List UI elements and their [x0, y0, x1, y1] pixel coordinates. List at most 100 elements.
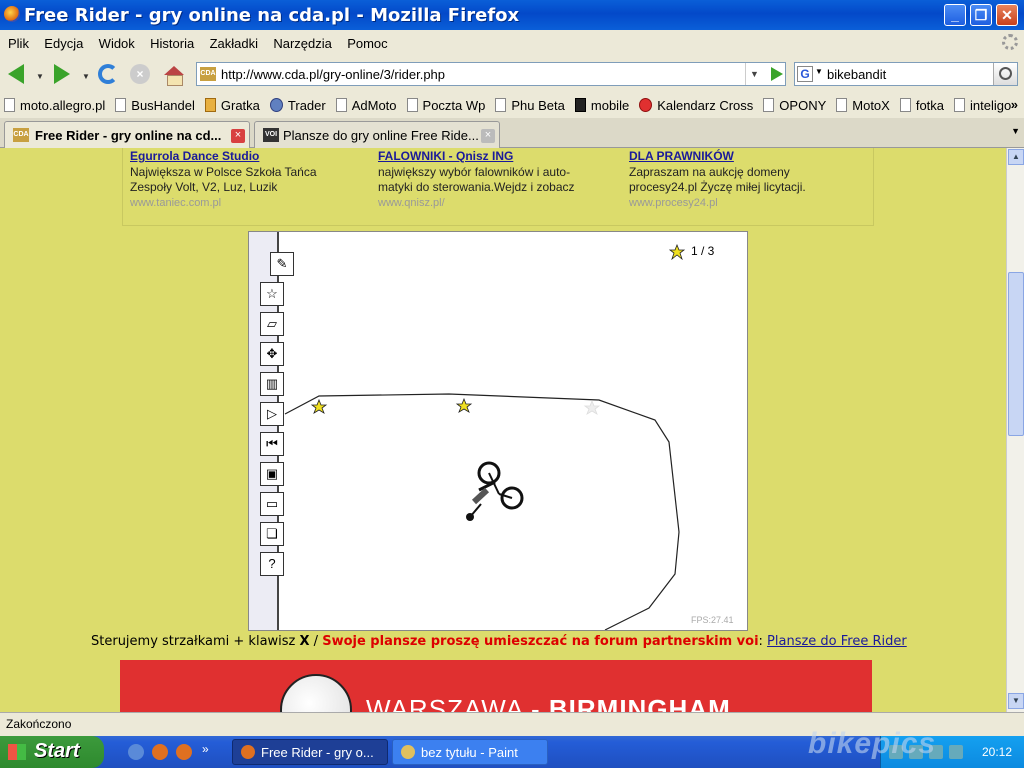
back-history-dropdown[interactable]: ▼	[36, 72, 44, 81]
instructions-key: X	[299, 634, 310, 649]
quicklaunch-more-icon[interactable]: »	[202, 742, 209, 756]
instructions-highlight: Swoje plansze proszę umieszczać na forum…	[322, 634, 759, 649]
ad-description: największy wybór falowników i auto-	[378, 165, 571, 179]
firefox-quicklaunch-icon[interactable]	[152, 744, 168, 760]
scroll-thumb[interactable]	[1008, 272, 1024, 436]
pencil-tool-button[interactable]: ✎	[270, 252, 294, 276]
bookmark-item[interactable]: Kalendarz Cross	[635, 92, 759, 113]
bookmark-label: Trader	[287, 98, 326, 113]
scroll-up-button[interactable]: ▲	[1008, 149, 1024, 165]
forward-button[interactable]	[50, 62, 74, 86]
page-content: Egurrola Dance Studio Największa w Polsc…	[0, 148, 1006, 712]
star-collected-2	[455, 397, 473, 413]
play-tool-button[interactable]: ▷	[260, 402, 284, 426]
bookmark-label: moto.allegro.pl	[20, 98, 106, 113]
close-button[interactable]: ✕	[996, 4, 1018, 26]
menu-edycja[interactable]: Edycja	[36, 30, 87, 51]
tab-favicon-icon: CDA	[13, 128, 29, 142]
bookmark-item[interactable]: BusHandel	[111, 92, 201, 113]
bookmark-label: inteligo	[970, 98, 1012, 113]
search-input[interactable]: bikebandit	[827, 67, 886, 82]
bookmark-item[interactable]: AdMoto	[332, 92, 403, 113]
search-engine-icon[interactable]: G	[797, 66, 813, 82]
site-favicon-icon: CDA	[200, 67, 216, 81]
search-box[interactable]: G ▼ bikebandit	[794, 62, 1018, 86]
reload-icon	[98, 64, 118, 84]
menu-historia[interactable]: Historia	[142, 30, 198, 51]
bookmark-item[interactable]: Poczta Wp	[403, 92, 492, 113]
bookmark-label: mobile	[590, 98, 630, 113]
task-firefox[interactable]: Free Rider - gry o...	[232, 739, 388, 765]
tab-plansze[interactable]: VOI Plansze do gry online Free Ride... ×	[254, 121, 500, 148]
move-tool-button[interactable]: ✥	[260, 342, 284, 366]
menu-pomoc[interactable]: Pomoc	[339, 30, 391, 51]
open-tool-button[interactable]: ▭	[260, 492, 284, 516]
save-tool-button[interactable]: ▣	[260, 462, 284, 486]
ad-url[interactable]: www.procesy24.pl	[629, 197, 869, 209]
ad-title-link[interactable]: FALOWNIKI - Qnisz ING	[378, 149, 618, 163]
window-title: Free Rider - gry online na cda.pl - Mozi…	[24, 5, 520, 26]
stop-icon: ×	[130, 64, 150, 84]
firefox-quicklaunch-icon[interactable]	[176, 744, 192, 760]
bookmark-item[interactable]: inteligo	[950, 92, 1017, 113]
url-bar[interactable]: CDA http://www.cda.pl/gry-online/3/rider…	[196, 62, 786, 86]
search-button[interactable]	[993, 63, 1017, 85]
tab-list-dropdown[interactable]: ▼	[1011, 126, 1020, 136]
menu-plik[interactable]: Plik	[0, 30, 33, 51]
ad-url[interactable]: www.taniec.com.pl	[130, 197, 370, 209]
url-text[interactable]: http://www.cda.pl/gry-online/3/rider.php	[221, 67, 445, 82]
bookmark-item[interactable]: OPONY	[759, 92, 832, 113]
stop-button[interactable]: ×	[128, 62, 152, 86]
bookmark-item[interactable]: fotka	[896, 92, 950, 113]
ad-description: Zespoły Volt, V2, Luz, Luzik	[130, 180, 278, 194]
help-tool-button[interactable]: ?	[260, 552, 284, 576]
firefox-icon[interactable]	[4, 6, 20, 22]
tab-free-rider[interactable]: CDA Free Rider - gry online na cd... ×	[4, 121, 250, 149]
eraser-tool-button[interactable]: ▱	[260, 312, 284, 336]
task-paint[interactable]: bez tytułu - Paint	[392, 739, 548, 765]
bookmark-item[interactable]: Trader	[266, 92, 332, 113]
tab-close-icon[interactable]: ×	[231, 129, 245, 143]
restart-tool-button[interactable]: ⏮	[260, 432, 284, 456]
ads-block: Egurrola Dance Studio Największa w Polsc…	[122, 148, 874, 226]
bookmarks-chevron-icon[interactable]: »	[1011, 97, 1018, 112]
star-counter-icon	[669, 244, 685, 260]
go-button[interactable]	[771, 67, 783, 81]
tray-icon[interactable]	[949, 745, 963, 759]
bookmark-item[interactable]: Gratka	[201, 92, 266, 113]
reload-button[interactable]	[96, 62, 120, 86]
bookmark-item[interactable]: MotoX	[832, 92, 896, 113]
maximize-button[interactable]: ❐	[970, 4, 992, 26]
layers-tool-button[interactable]: ❏	[260, 522, 284, 546]
ad-title-link[interactable]: DLA PRAWNIKÓW	[629, 149, 869, 163]
star-collected-1	[310, 398, 328, 414]
plansze-link[interactable]: Plansze do Free Rider	[767, 634, 907, 649]
show-desktop-icon[interactable]	[128, 744, 144, 760]
home-button[interactable]	[162, 62, 186, 86]
forward-history-dropdown[interactable]: ▼	[82, 72, 90, 81]
url-history-dropdown[interactable]: ▼	[745, 63, 763, 85]
start-button[interactable]: Start	[0, 736, 104, 768]
minimize-button[interactable]: _	[944, 4, 966, 26]
game-canvas[interactable]: ✎ ☆ ▱ ✥ ▥ ▷ ⏮ ▣ ▭ ❏? 1 / 3 FPS:27.41	[248, 231, 748, 631]
vertical-scrollbar[interactable]: ▲ ▼	[1006, 148, 1024, 712]
star-tool-button[interactable]: ☆	[260, 282, 284, 306]
ad-title-link[interactable]: Egurrola Dance Studio	[130, 149, 370, 163]
menu-zakladki[interactable]: Zakładki	[202, 30, 262, 51]
status-text: Zakończono	[6, 717, 72, 731]
ad-url[interactable]: www.qnisz.pl/	[378, 197, 618, 209]
fps-counter: FPS:27.41	[691, 615, 734, 625]
bookmark-item[interactable]: mobile	[571, 92, 635, 113]
menu-widok[interactable]: Widok	[91, 30, 139, 51]
menu-narzedzia[interactable]: Narzędzia	[265, 30, 336, 51]
search-engine-dropdown[interactable]: ▼	[815, 67, 823, 76]
trash-tool-button[interactable]: ▥	[260, 372, 284, 396]
scroll-down-button[interactable]: ▼	[1008, 693, 1024, 709]
bookmark-item[interactable]: moto.allegro.pl	[0, 92, 111, 113]
menu-bar: Plik Edycja Widok Historia Zakładki Narz…	[0, 30, 1024, 56]
bookmark-item[interactable]: Phu Beta	[491, 92, 571, 113]
ad-banner[interactable]: WARSZAWA - BIRMINGHAM	[120, 660, 872, 712]
back-button[interactable]	[4, 62, 28, 86]
tab-close-icon[interactable]: ×	[481, 129, 495, 143]
star-counter: 1 / 3	[691, 244, 715, 258]
